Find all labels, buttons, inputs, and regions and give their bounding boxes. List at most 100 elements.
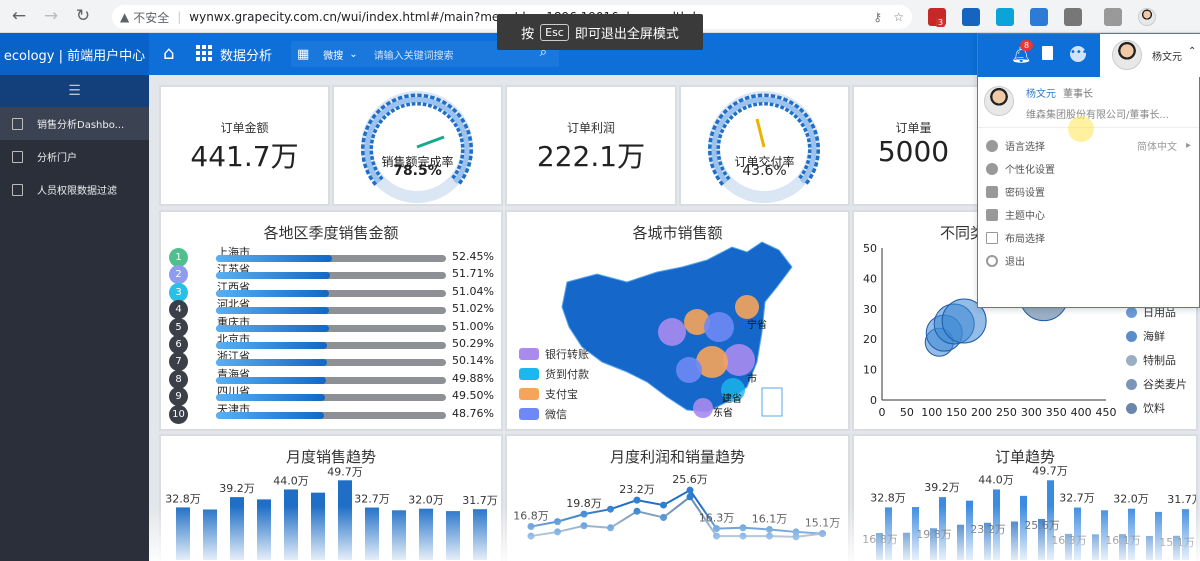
chevron-up-icon: ⌃ [1188, 46, 1197, 57]
extension-icon[interactable] [962, 8, 980, 26]
line-point[interactable] [686, 486, 694, 494]
legend-item[interactable]: 支付宝 [519, 386, 578, 402]
line-point[interactable] [792, 533, 800, 541]
line-point[interactable] [686, 493, 694, 501]
legend-item[interactable]: 谷类麦片 [1126, 376, 1187, 392]
line-point[interactable] [739, 532, 747, 540]
progress-track [216, 255, 446, 262]
legend-item[interactable]: 特制品 [1126, 352, 1176, 368]
bar[interactable] [903, 532, 910, 560]
sidebar-item-analysis-portal[interactable]: 分析门户 [0, 140, 149, 173]
chevron-down-icon[interactable]: ⌄ [349, 49, 357, 60]
header-user-area[interactable]: 杨文元 ⌃ [1100, 34, 1200, 77]
region-sales-panel: 各地区季度销售金额 1 上海市 52.45% 2 江苏省 51.71% 3 江西省 51.04%… [159, 210, 503, 431]
search-scope-select[interactable]: 微搜 [323, 47, 343, 62]
home-icon[interactable]: ⌂ [163, 43, 174, 64]
forward-icon[interactable]: → [38, 6, 64, 26]
line-point[interactable] [660, 501, 667, 509]
menu-item-theme[interactable]: 主题中心 [986, 207, 1045, 222]
menu-item-password[interactable]: 密码设置 [986, 184, 1045, 199]
line-point[interactable] [766, 532, 773, 540]
line-point[interactable] [633, 496, 641, 504]
line-point[interactable] [713, 532, 720, 540]
document-icon [12, 183, 23, 196]
line-point[interactable] [527, 523, 535, 531]
bar[interactable] [446, 511, 460, 560]
menu-org: 维森集团股份有限公司/董事长... [1026, 110, 1169, 121]
bar[interactable] [392, 510, 406, 560]
bar[interactable] [957, 524, 964, 560]
sidebar-item-sales-dashboard[interactable]: 销售分析Dashbo... [0, 107, 149, 140]
menu-toggle-icon[interactable]: ☰ [0, 75, 149, 107]
line-point[interactable] [607, 505, 614, 513]
sidebar-item-permission-filter[interactable]: 人员权限数据过滤 [0, 173, 149, 206]
progress-track [216, 359, 446, 367]
bar[interactable] [203, 509, 217, 560]
line-point[interactable] [607, 524, 614, 532]
bar[interactable] [419, 508, 433, 560]
bar[interactable] [176, 507, 190, 560]
key-icon[interactable]: ⚷ [873, 10, 882, 24]
region-percent: 50.14% [452, 354, 494, 368]
x-tick-label: 300 [1021, 406, 1042, 419]
legend-item[interactable]: 海鲜 [1126, 328, 1165, 344]
menu-role: 董事长 [1063, 89, 1093, 100]
data-label: 32.0万 [1113, 493, 1149, 506]
translate-icon[interactable] [1030, 8, 1048, 26]
search-input[interactable]: 请输入关键词搜索 [374, 47, 454, 62]
menu-item-language[interactable]: 语言选择 简体中文 ▸ [986, 138, 1191, 153]
x-tick-label: 200 [971, 406, 992, 419]
document-icon[interactable] [1042, 46, 1053, 60]
data-label: 44.0万 [978, 473, 1014, 486]
extension-badge: 3 [936, 18, 946, 27]
rank-badge: 9 [169, 387, 188, 407]
y-tick-label: 40 [863, 272, 877, 285]
bar[interactable] [284, 489, 298, 560]
bar[interactable] [1182, 509, 1189, 560]
puzzle-icon[interactable] [1064, 8, 1082, 26]
line-point[interactable] [766, 525, 773, 533]
line-point[interactable] [554, 528, 561, 536]
menu-item-layout[interactable]: 布局选择 [986, 230, 1045, 245]
profit-volume-chart: 16.8万 19.8万 23.2万 25.6万 16.3万 16.1万 15.1万 [513, 473, 840, 541]
profile-avatar-icon[interactable] [1138, 8, 1156, 26]
data-label: 16.8万 [862, 533, 898, 546]
bar[interactable] [257, 499, 271, 560]
back-icon[interactable]: ← [6, 6, 32, 26]
more-icon[interactable]: ••• [1070, 46, 1088, 62]
map-label: 市 [747, 374, 757, 385]
reload-icon[interactable]: ↻ [70, 6, 96, 26]
line-point[interactable] [554, 518, 561, 526]
line-point[interactable] [580, 510, 588, 518]
brand-title[interactable]: ecology | 前端用户中心 [0, 33, 149, 75]
line-point[interactable] [633, 507, 641, 515]
bar[interactable] [365, 507, 379, 560]
bar[interactable] [473, 509, 487, 560]
menu-item-personalize[interactable]: 个性化设置 [986, 161, 1055, 176]
x-tick-label: 100 [921, 406, 942, 419]
line-point[interactable] [580, 522, 588, 530]
line-point[interactable] [527, 532, 535, 540]
data-label: 39.2万 [924, 481, 960, 494]
bar[interactable] [311, 492, 325, 560]
line-point[interactable] [819, 530, 826, 538]
bar[interactable] [338, 480, 352, 560]
bar[interactable] [1092, 534, 1099, 560]
legend-item[interactable]: 微信 [519, 406, 567, 422]
bookmark-star-icon[interactable]: ☆ [893, 10, 904, 24]
line-point[interactable] [739, 524, 747, 532]
legend-item[interactable]: 银行转账 [519, 346, 589, 362]
legend-item[interactable]: 货到付款 [519, 366, 589, 382]
collections-icon[interactable] [1104, 8, 1122, 26]
bar[interactable] [1011, 521, 1018, 560]
progress-track [216, 376, 446, 384]
bar[interactable] [1146, 535, 1153, 560]
region-percent: 51.71% [452, 267, 494, 281]
line-point[interactable] [660, 513, 667, 521]
legend-item[interactable]: 饮料 [1126, 400, 1165, 416]
menu-item-logout[interactable]: 退出 [986, 253, 1025, 268]
section-title[interactable]: 数据分析 [220, 45, 272, 64]
extension-icon[interactable] [996, 8, 1014, 26]
apps-grid-icon[interactable] [196, 45, 212, 61]
bar[interactable] [230, 497, 244, 560]
